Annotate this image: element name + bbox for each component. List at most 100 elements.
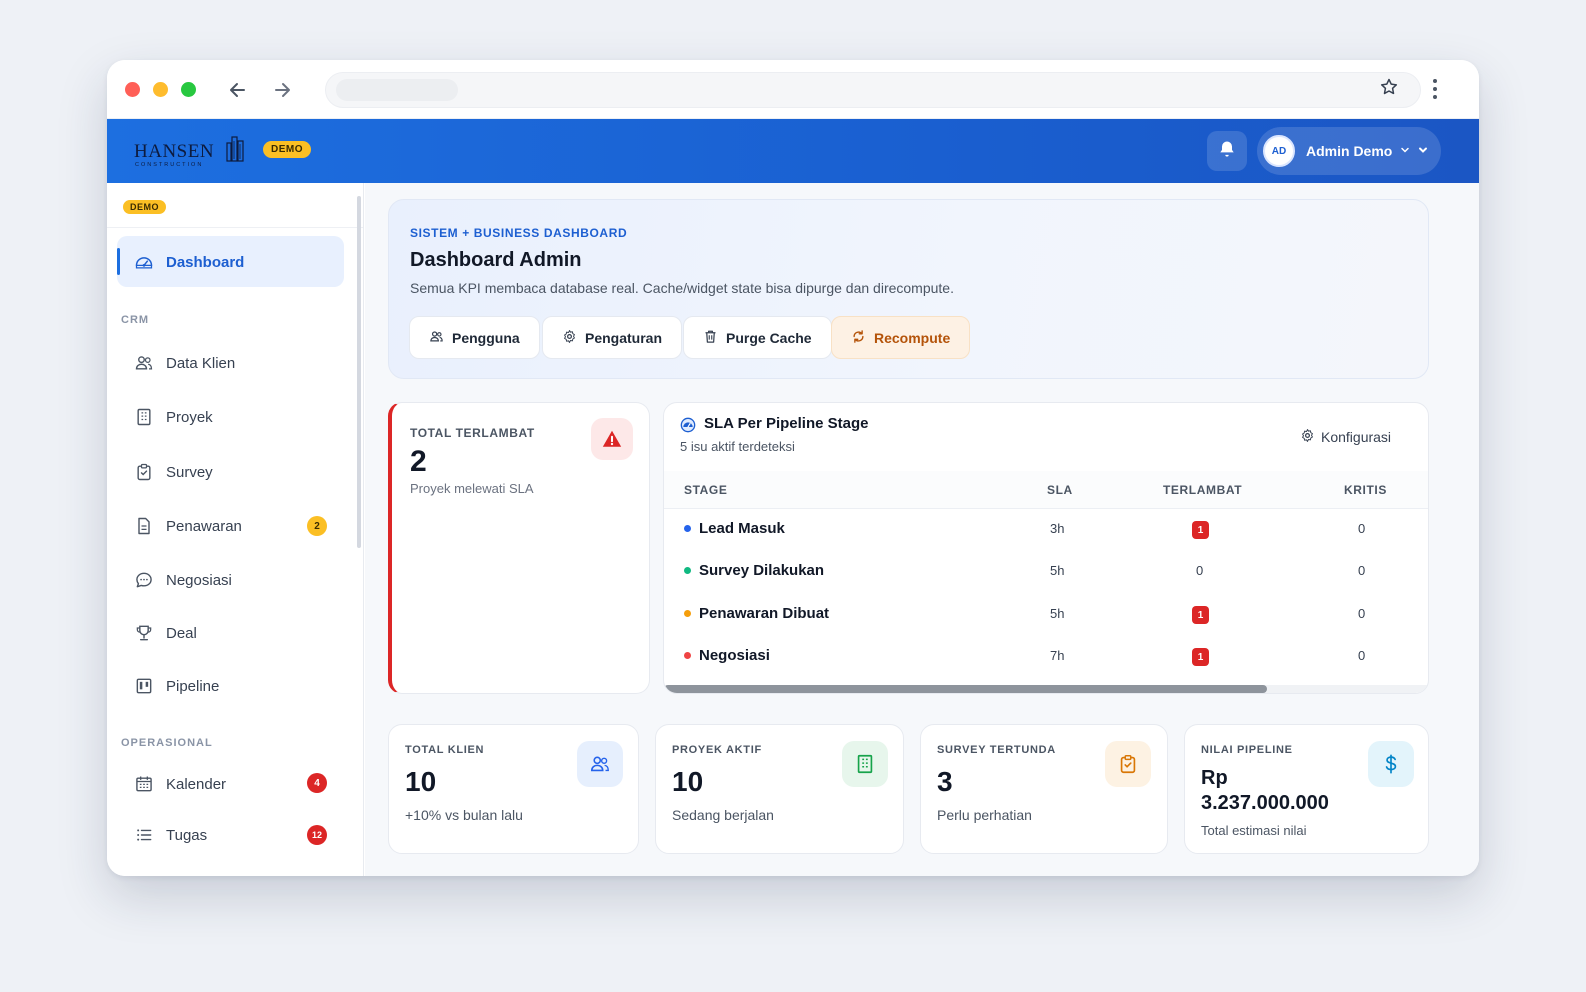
button-label: Recompute [874,329,951,346]
critical-value: 0 [1358,648,1366,663]
kpi-card-total-klien: TOTAL KLIEN 10 +10% vs bulan lalu [388,724,639,854]
minimize-window-button[interactable] [153,82,168,97]
sidebar-scrollbar[interactable] [357,196,361,548]
stage-name: Survey Dilakukan [684,562,824,579]
scrollbar-thumb[interactable] [664,685,1267,693]
recompute-button[interactable]: Recompute [831,316,971,359]
late-count-badge: 1 [1192,606,1209,624]
document-icon [134,516,154,536]
sidebar-item-label: Penawaran [166,517,242,535]
pengaturan-button[interactable]: Pengaturan [542,316,683,359]
list-icon [134,825,154,845]
chat-bubble-icon [134,570,154,590]
purge-cache-button[interactable]: Purge Cache [683,316,832,359]
kpi-label: TOTAL KLIEN [405,744,485,756]
sidebar-item-pipeline[interactable]: Pipeline [134,674,219,698]
demo-badge: DEMO [263,141,311,158]
kpi-card-survey-tertunda: SURVEY TERTUNDA 3 Perlu perhatian [920,724,1168,854]
table-row[interactable]: Survey Dilakukan 5h 0 0 [664,551,1428,593]
caret-down-icon [1418,142,1428,160]
card-title: SLA Per Pipeline Stage [704,415,869,432]
main-content: SISTEM + BUSINESS DASHBOARD Dashboard Ad… [365,183,1479,876]
sidebar: DEMO Dashboard CRM Data Klien Proyek Sur… [107,183,364,876]
clipboard-check-icon [1105,741,1151,787]
dashboard-hero: SISTEM + BUSINESS DASHBOARD Dashboard Ad… [388,199,1429,379]
sidebar-item-proyek[interactable]: Proyek [134,405,213,429]
users-icon [577,741,623,787]
sidebar-item-negosiasi[interactable]: Negosiasi [134,568,232,592]
arrow-left-icon[interactable] [224,76,252,104]
kpi-label: PROYEK AKTIF [672,744,762,756]
horizontal-scrollbar[interactable] [664,685,1428,693]
kpi-label: SURVEY TERTUNDA [937,744,1056,756]
total-terlambat-card: TOTAL TERLAMBAT 2 Proyek melewati SLA [388,402,650,694]
kpi-card-nilai-pipeline: NILAI PIPELINE Rp 3.237.000.000 Total es… [1184,724,1429,854]
table-row[interactable]: Lead Masuk 3h 1 0 [664,509,1428,551]
stage-name: Penawaran Dibuat [684,605,829,622]
kpi-subtitle: Sedang berjalan [672,807,774,823]
sidebar-item-dashboard-link[interactable]: Dashboard [134,250,244,274]
hero-description: Semua KPI membaca database real. Cache/w… [410,280,954,296]
konfigurasi-button[interactable]: Konfigurasi [1300,428,1391,446]
sidebar-item-label: Data Klien [166,354,236,372]
sla-pipeline-card: SLA Per Pipeline Stage 5 isu aktif terde… [663,402,1429,694]
bell-icon [1217,139,1237,164]
arrow-right-icon[interactable] [268,76,296,104]
kebab-menu-icon[interactable] [1427,76,1443,107]
stage-label: Survey Dilakukan [699,562,825,579]
gauge-icon [134,252,154,272]
trash-icon [703,329,718,347]
sidebar-item-penawaran[interactable]: Penawaran [134,514,242,538]
clipboard-check-icon [134,462,154,482]
sla-value: 5h [1050,563,1065,578]
card-value: 2 [410,445,427,478]
gauge-icon [680,417,696,438]
notification-button[interactable] [1207,131,1247,171]
column-header-sla: SLA [1047,483,1073,497]
critical-value: 0 [1358,521,1366,536]
sidebar-item-label: Kalender [166,775,227,793]
kpi-card-proyek-aktif: PROYEK AKTIF 10 Sedang berjalan [655,724,904,854]
pengguna-button[interactable]: Pengguna [409,316,540,359]
card-subtitle: Proyek melewati SLA [410,481,534,496]
address-bar[interactable] [325,72,1421,108]
user-name: Admin Demo [1306,143,1393,159]
sidebar-item-tugas[interactable]: Tugas [134,823,207,847]
close-window-button[interactable] [125,82,140,97]
kpi-subtitle: Total estimasi nilai [1201,823,1307,838]
critical-value: 0 [1358,606,1366,621]
kpi-value: 3 [937,766,953,797]
svg-text:HANSEN: HANSEN [134,141,214,162]
kpi-subtitle: Perlu perhatian [937,807,1032,823]
sidebar-item-label: Tugas [166,826,208,844]
dollar-icon [1368,741,1414,787]
section-title-crm: CRM [121,314,150,326]
sidebar-item-survey[interactable]: Survey [134,460,213,484]
table-row[interactable]: Penawaran Dibuat 5h 1 0 [664,594,1428,636]
table-row[interactable]: Negosiasi 7h 1 0 [664,636,1428,678]
sla-value: 3h [1050,521,1065,536]
maximize-window-button[interactable] [181,82,196,97]
sidebar-item-label: Deal [166,624,197,642]
company-logo: HANSEN CONSTRUCTION [134,136,244,168]
gear-icon [562,329,577,347]
sidebar-item-label: Negosiasi [166,571,232,589]
table-header [664,471,1428,509]
star-icon[interactable] [1379,77,1399,102]
sidebar-item-kalender[interactable]: Kalender [134,772,226,796]
button-label: Konfigurasi [1321,429,1392,445]
kpi-label: NILAI PIPELINE [1201,744,1293,756]
browser-toolbar [107,60,1479,119]
sidebar-item-data-klien[interactable]: Data Klien [134,351,235,375]
column-header-kritis: KRITIS [1344,483,1387,497]
chevron-down-icon [1400,142,1410,160]
penawaran-count-badge: 2 [307,516,327,536]
sla-value: 7h [1050,648,1065,663]
button-label: Purge Cache [726,329,812,346]
late-count-badge: 1 [1192,521,1209,539]
stage-name: Lead Masuk [684,520,785,537]
sidebar-item-deal[interactable]: Deal [134,621,197,645]
trophy-icon [134,623,154,643]
user-menu-button[interactable]: AD Admin Demo [1257,127,1441,175]
currency-amount: 3.237.000.000 [1201,792,1329,814]
